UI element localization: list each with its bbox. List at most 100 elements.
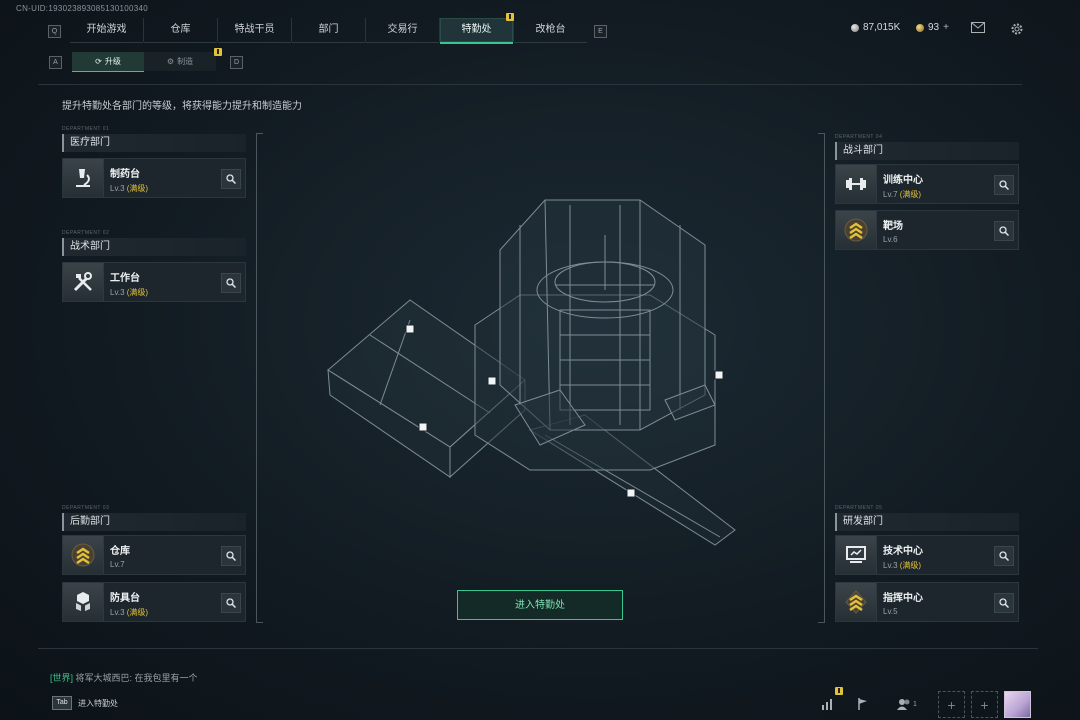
settings-gear-icon[interactable] xyxy=(1010,22,1024,39)
tab-gunsmith[interactable]: 改枪台 xyxy=(514,18,587,43)
dept-tactical-title: 战术部门 xyxy=(62,238,246,256)
upgrade-icon: ⟳ xyxy=(95,57,102,66)
add-gold-icon[interactable]: + xyxy=(943,22,949,33)
dept-research-title: 研发部门 xyxy=(835,513,1019,531)
dept-tag: DEPARTMENT 01 xyxy=(62,126,110,132)
sub-nav: ⟳ 升级 ⚙ 制造 xyxy=(72,48,222,72)
tab-hint[interactable]: Tab 进入特勤处 xyxy=(52,696,118,710)
chevron-rank-icon xyxy=(836,211,877,249)
friends-icon xyxy=(897,699,910,710)
gold-balance[interactable]: 93 + xyxy=(916,22,949,33)
facility-level: Lv.3 xyxy=(110,288,125,297)
facility-level: Lv.3 xyxy=(110,184,125,193)
flag-icon[interactable] xyxy=(852,693,874,715)
search-icon[interactable] xyxy=(994,593,1014,613)
max-level-tag: (满级) xyxy=(126,608,149,617)
divider xyxy=(38,84,1022,85)
facility-card-armor-bench[interactable]: 防具台 Lv.3 (满级) xyxy=(62,582,246,622)
tab-label: 特战干员 xyxy=(234,24,275,35)
plus-icon: + xyxy=(947,696,956,713)
tab-label: 交易行 xyxy=(387,24,418,35)
tab-label: 仓库 xyxy=(170,24,191,35)
facility-card-tech-center[interactable]: 技术中心 Lv.3 (满级) xyxy=(835,535,1019,575)
craft-icon: ⚙ xyxy=(166,57,175,66)
chat-channel: [世界] xyxy=(50,673,74,683)
gold-icon xyxy=(916,23,924,32)
max-level-tag: (满级) xyxy=(899,561,922,570)
frame-bracket-right xyxy=(818,133,825,623)
search-icon[interactable] xyxy=(221,273,241,293)
tab-start-game[interactable]: 开始游戏 xyxy=(70,18,143,43)
stats-chart-icon[interactable] xyxy=(817,687,843,715)
facility-model[interactable] xyxy=(320,185,750,580)
friends-button[interactable]: 1 xyxy=(893,693,921,715)
facility-level: Lv.7 xyxy=(110,560,125,569)
search-icon[interactable] xyxy=(994,221,1014,241)
search-icon[interactable] xyxy=(994,175,1014,195)
facility-card-shooting-range[interactable]: 靶场 Lv.6 xyxy=(835,210,1019,250)
coin-amount: 87,015K xyxy=(863,22,901,33)
plus-icon: + xyxy=(980,696,989,713)
tab-special-ops[interactable]: 特勤处 xyxy=(440,13,514,44)
coin-balance[interactable]: 87,015K xyxy=(851,22,900,33)
facility-level: Lv.7 xyxy=(883,190,898,199)
tab-label: 特勤处 xyxy=(461,24,492,35)
friends-count: 1 xyxy=(913,700,917,708)
max-level-tag: (满级) xyxy=(126,184,149,193)
cubes-icon xyxy=(63,583,104,621)
add-squad-slot-button[interactable]: + xyxy=(938,691,965,718)
enter-special-ops-button[interactable]: 进入特勤处 xyxy=(457,590,623,620)
facility-card-pharmacy[interactable]: 制药台 Lv.3 (满级) xyxy=(62,158,246,198)
dept-tag: DEPARTMENT 03 xyxy=(62,505,110,511)
chat-message[interactable]: [世界] 将军大城西巴: 在我包里有一个 xyxy=(50,671,198,684)
nav-left-key[interactable]: Q xyxy=(48,25,61,38)
dept-tag: DEPARTMENT 02 xyxy=(62,230,110,236)
search-icon[interactable] xyxy=(221,169,241,189)
max-level-tag: (满级) xyxy=(126,288,149,297)
facility-level: Lv.3 xyxy=(110,608,125,617)
tab-departments[interactable]: 部门 xyxy=(292,18,365,43)
main-nav: 开始游戏 仓库 特战干员 部门 交易行 特勤处 改枪台 xyxy=(70,13,587,44)
microscope-icon xyxy=(63,159,104,197)
avatar[interactable] xyxy=(1004,691,1031,718)
tab-key: Tab xyxy=(52,696,72,710)
tab-hint-label: 进入特勤处 xyxy=(78,698,118,708)
tab-warehouse[interactable]: 仓库 xyxy=(144,18,217,43)
max-level-tag: (满级) xyxy=(899,190,922,199)
tab-trading[interactable]: 交易行 xyxy=(366,18,439,43)
dumbbell-icon xyxy=(836,165,877,203)
coin-icon xyxy=(851,23,859,32)
facility-card-warehouse[interactable]: 仓库 Lv.7 xyxy=(62,535,246,575)
subtab-craft[interactable]: ⚙ 制造 xyxy=(144,48,222,71)
gold-amount: 93 xyxy=(928,22,940,33)
frame-bracket-left xyxy=(256,133,263,623)
tools-icon xyxy=(63,263,104,301)
tab-operators[interactable]: 特战干员 xyxy=(218,18,291,43)
dept-tag: DEPARTMENT 04 xyxy=(835,134,883,140)
tab-label: 开始游戏 xyxy=(86,24,127,35)
subtab-label: 制造 xyxy=(177,57,194,66)
facility-card-training-center[interactable]: 训练中心 Lv.7 (满级) xyxy=(835,164,1019,204)
subtab-upgrade[interactable]: ⟳ 升级 xyxy=(72,52,144,72)
tab-label: 部门 xyxy=(318,24,339,35)
mail-icon[interactable] xyxy=(971,22,985,36)
add-squad-slot-button[interactable]: + xyxy=(971,691,998,718)
subtab-label: 升级 xyxy=(104,57,121,66)
dept-tag: DEPARTMENT 05 xyxy=(835,505,883,511)
facility-level: Lv.6 xyxy=(883,235,898,244)
subnav-left-key[interactable]: A xyxy=(49,56,62,69)
search-icon[interactable] xyxy=(221,546,241,566)
chevron-rank-icon xyxy=(836,583,877,621)
search-icon[interactable] xyxy=(221,593,241,613)
page-description: 提升特勤处各部门的等级，将获得能力提升和制造能力 xyxy=(62,101,302,112)
dept-logistics-title: 后勤部门 xyxy=(62,513,246,531)
search-icon[interactable] xyxy=(994,546,1014,566)
chevron-rank-icon xyxy=(63,536,104,574)
monitor-icon xyxy=(836,536,877,574)
facility-card-workbench[interactable]: 工作台 Lv.3 (满级) xyxy=(62,262,246,302)
notification-badge-icon xyxy=(506,13,514,21)
subnav-right-key[interactable]: D xyxy=(230,56,243,69)
divider xyxy=(38,648,1038,649)
nav-right-key[interactable]: E xyxy=(594,25,607,38)
facility-card-command-center[interactable]: 指挥中心 Lv.5 xyxy=(835,582,1019,622)
